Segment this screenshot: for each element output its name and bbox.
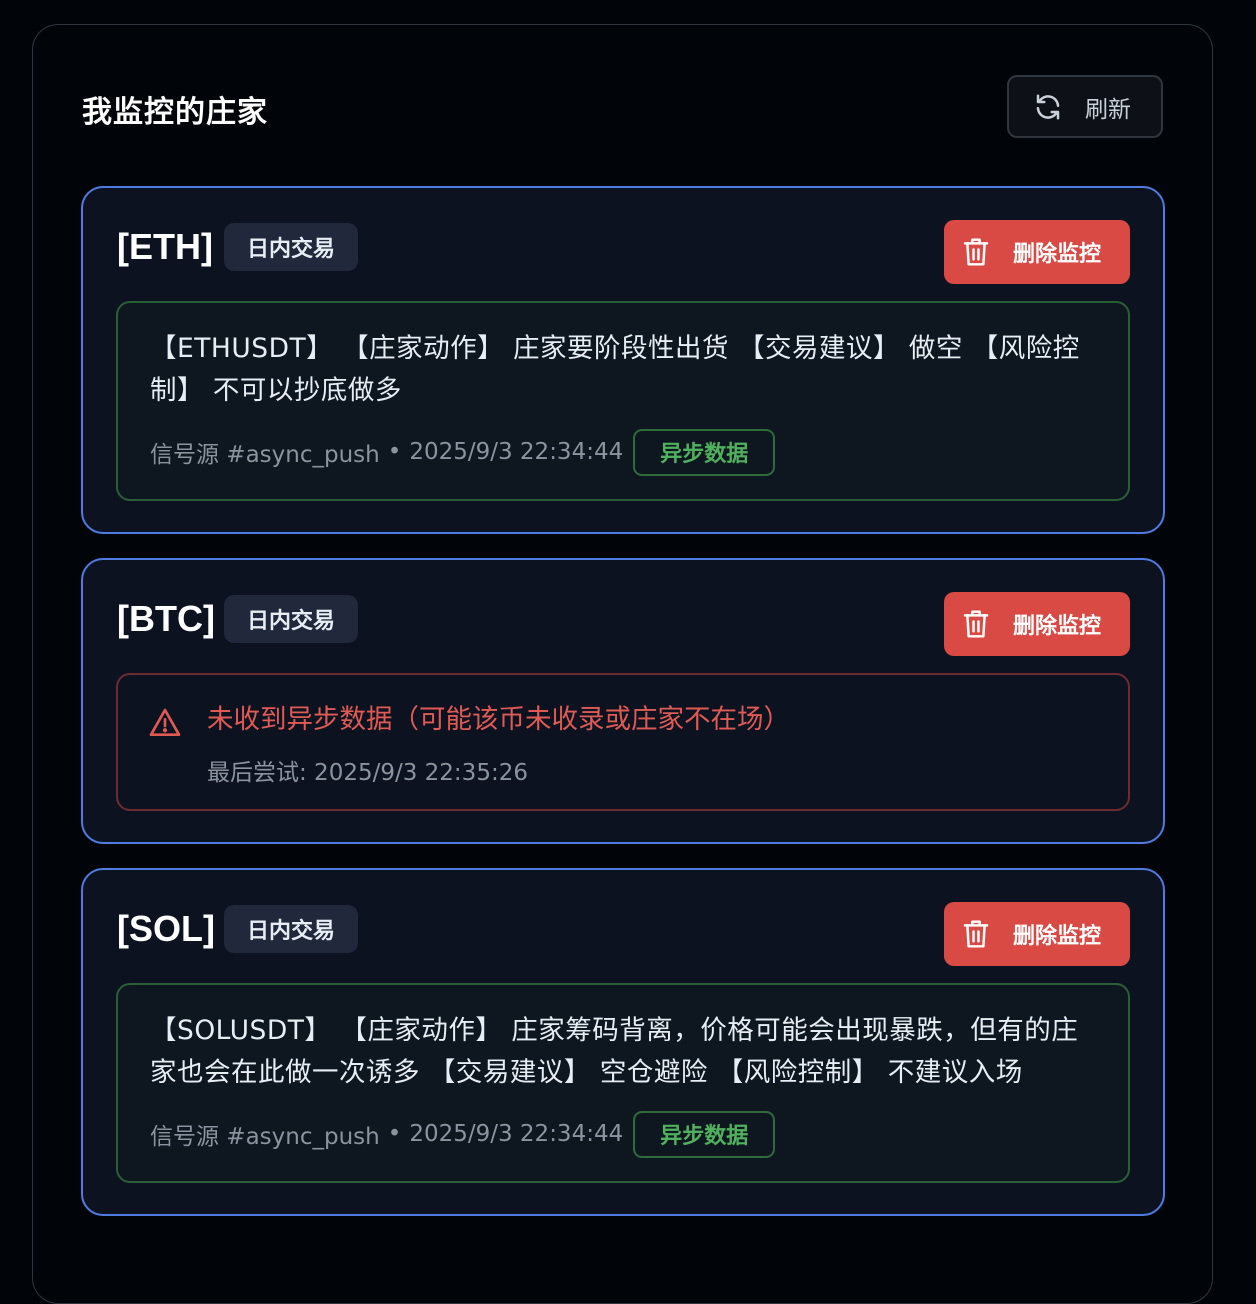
delete-monitor-button[interactable]: 删除监控 [944,592,1130,656]
signal-source: 信号源 #async_push [150,1124,380,1150]
last-attempt-time: 最后尝试: 2025/9/3 22:35:26 [207,760,528,786]
signal-timestamp: 2025/9/3 22:34:44 [409,439,624,465]
signal-source: 信号源 #async_push [150,442,380,468]
refresh-label: 刷新 [1085,96,1131,123]
symbol-label: [ETH] [117,226,213,267]
signal-box: 【ETHUSDT】 【庄家动作】 庄家要阶段性出货 【交易建议】 做空 【风险控… [116,301,1130,501]
panel-header: 我监控的庄家 刷新 [82,75,1163,139]
refresh-button[interactable]: 刷新 [1007,75,1163,138]
meta-separator: • [387,439,402,465]
signal-meta: 信号源 #async_push • 2025/9/3 22:34:44 异步数据 [150,428,776,476]
symbol-label: [SOL] [117,908,215,949]
delete-monitor-button[interactable]: 删除监控 [944,902,1130,966]
async-data-badge: 异步数据 [633,428,776,476]
async-data-badge: 异步数据 [633,1110,776,1158]
strategy-tag: 日内交易 [224,223,359,271]
symbol-label: [BTC] [117,598,215,639]
panel-title: 我监控的庄家 [82,95,268,130]
refresh-icon [1033,92,1063,122]
monitor-card-eth: [ETH] 日内交易 删除监控 【ETHUSDT】 【庄家动作】 庄家要阶段性出… [81,186,1165,534]
error-message: 未收到异步数据（可能该币未收录或庄家不在场） [207,704,790,735]
strategy-tag: 日内交易 [224,595,359,643]
signal-meta: 信号源 #async_push • 2025/9/3 22:34:44 异步数据 [150,1110,776,1158]
signal-box: 【SOLUSDT】 【庄家动作】 庄家筹码背离，价格可能会出现暴跌，但有的庄家也… [116,983,1130,1183]
trash-icon [961,608,991,640]
delete-monitor-label: 删除监控 [1013,242,1102,267]
delete-monitor-button[interactable]: 删除监控 [944,220,1130,284]
warning-triangle-icon [149,707,181,741]
monitor-card-btc: [BTC] 日内交易 删除监控 未收到异步数据（可能该币未收录或庄家不在场） 最… [81,558,1165,844]
delete-monitor-label: 删除监控 [1013,614,1102,639]
strategy-tag: 日内交易 [224,905,359,953]
monitor-card-sol: [SOL] 日内交易 删除监控 【SOLUSDT】 【庄家动作】 庄家筹码背离，… [81,868,1165,1216]
delete-monitor-label: 删除监控 [1013,924,1102,949]
meta-separator: • [387,1121,402,1147]
signal-text: 【ETHUSDT】 【庄家动作】 庄家要阶段性出货 【交易建议】 做空 【风险控… [150,333,1080,406]
trash-icon [961,236,991,268]
signal-text: 【SOLUSDT】 【庄家动作】 庄家筹码背离，价格可能会出现暴跌，但有的庄家也… [150,1015,1079,1088]
trash-icon [961,918,991,950]
error-box: 未收到异步数据（可能该币未收录或庄家不在场） 最后尝试: 2025/9/3 22… [116,673,1130,811]
signal-timestamp: 2025/9/3 22:34:44 [409,1121,624,1147]
